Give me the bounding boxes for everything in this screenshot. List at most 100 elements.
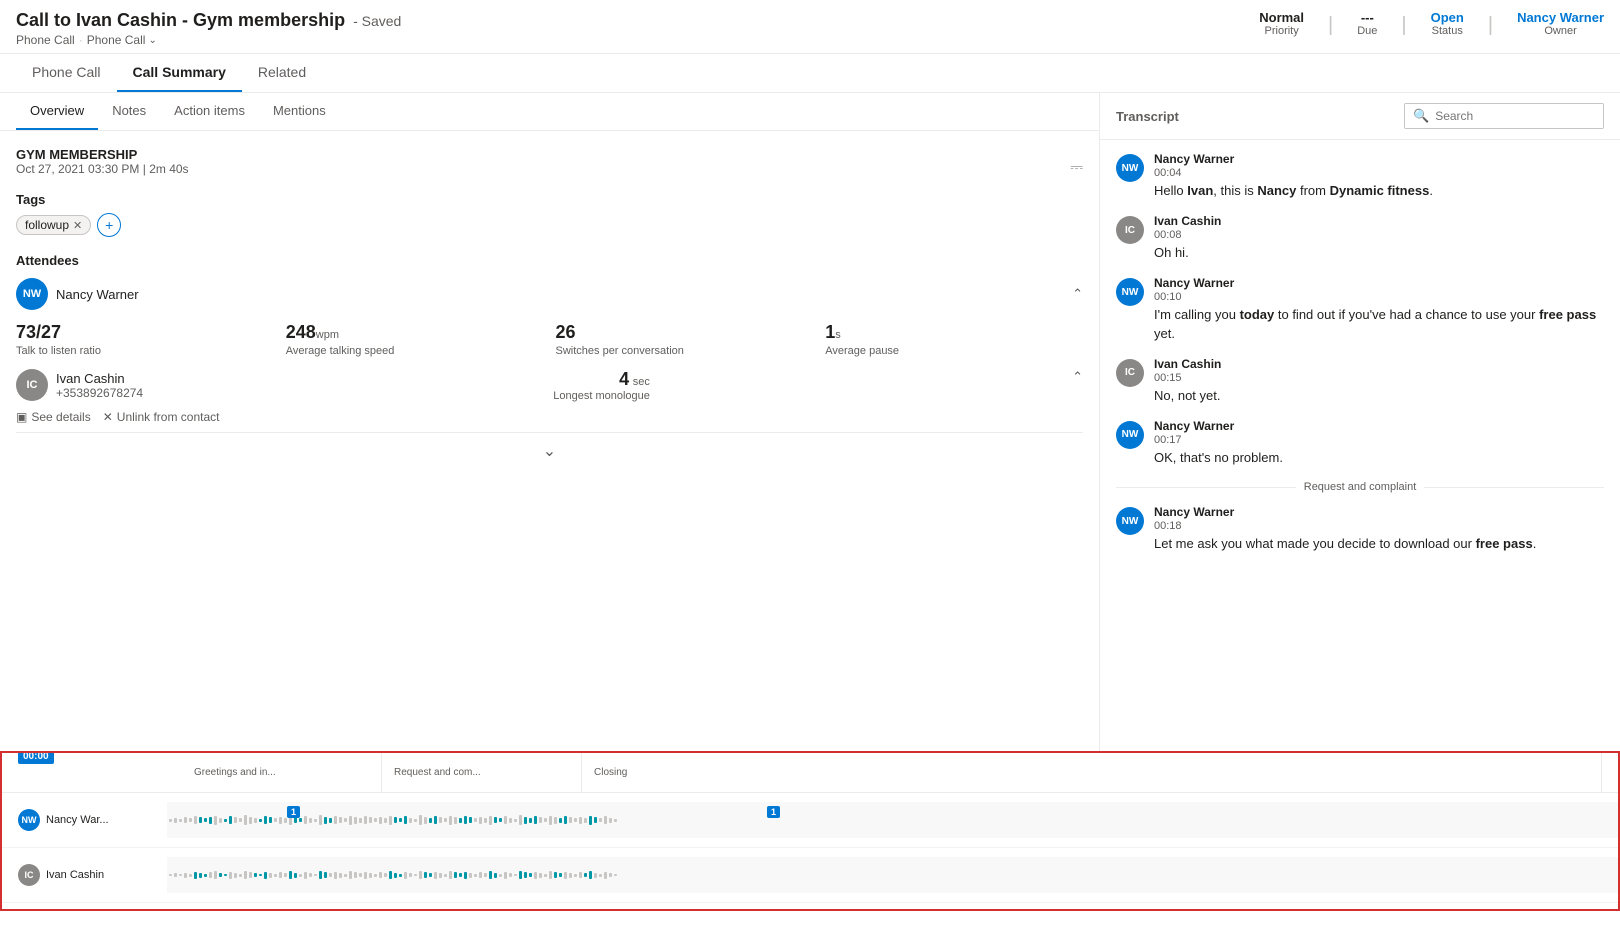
tab-call-summary[interactable]: Call Summary [117,54,242,92]
timeline-track[interactable] [167,857,1618,893]
attendees-section: Attendees NW Nancy Warner ⌃ 73/27 Talk t… [16,253,1083,424]
transcript-content: NWNancy Warner00:04Hello Ivan, this is N… [1100,140,1620,751]
phone-call-dropdown[interactable]: Phone Call ⌄ [87,33,157,47]
attendee-ivan-row: IC Ivan Cashin +353892678274 4 sec Longe… [16,369,1083,402]
transcript-time: 00:17 [1154,434,1604,446]
stats-grid: 73/27 Talk to listen ratio 248wpm Averag… [16,322,1083,357]
timeline-track[interactable]: 11 [167,802,1618,838]
due-label: Due [1357,25,1377,37]
transcript-text: Oh hi. [1154,244,1604,262]
header: Call to Ivan Cashin - Gym membership - S… [0,0,1620,54]
tag-remove-icon[interactable]: ✕ [73,219,82,232]
avatar: IC [1116,216,1144,244]
waveform [167,802,1618,838]
subtab-overview[interactable]: Overview [16,93,98,130]
tab-related[interactable]: Related [242,54,322,92]
timeline-section-closing: Closing [582,753,1602,792]
overview-content: GYM MEMBERSHIP Oct 27, 2021 03:30 PM | 2… [0,131,1099,485]
attendee-ivan-info: IC Ivan Cashin +353892678274 [16,369,143,401]
subtab-mentions[interactable]: Mentions [259,93,340,130]
stat-label-3: Average pause [825,345,1083,357]
transcript-text: No, not yet. [1154,387,1604,405]
longest-monologue-label: Longest monologue [553,390,650,402]
timeline-row-label-text: Ivan Cashin [46,869,104,881]
avatar: NW [1116,421,1144,449]
timeline-section-request: Request and com... [382,753,582,792]
gym-title: GYM MEMBERSHIP [16,147,189,162]
date-info: Oct 27, 2021 03:30 PM | 2m 40s [16,162,189,176]
transcript-time: 00:10 [1154,291,1604,303]
bottom-timeline: 00:00 Greetings and in... Request and co… [0,751,1620,911]
status-label: Status [1432,25,1463,37]
timeline-row: IC Ivan Cashin [2,848,1618,903]
attendees-label: Attendees [16,253,1083,268]
transcript-speaker: Nancy Warner [1154,276,1604,290]
avatar: NW [1116,507,1144,535]
nav-tabs: Phone Call Call Summary Related [0,54,1620,93]
timeline-badge: 1 [767,806,780,818]
expand-button[interactable]: ⌄ [16,432,1083,469]
transcript-header: Transcript 🔍 [1100,93,1620,140]
subtab-notes[interactable]: Notes [98,93,160,130]
attendee-actions: ▣ See details ✕ Unlink from contact [16,410,1083,424]
collapse-ivan-icon[interactable]: ⌃ [1072,369,1083,385]
see-details-icon: ▣ [16,410,27,424]
transcript-title: Transcript [1116,109,1179,124]
transcript-section-divider: Request and complaint [1116,481,1604,493]
section-header: GYM MEMBERSHIP Oct 27, 2021 03:30 PM | 2… [16,147,1083,188]
owner-label: Owner [1544,25,1576,37]
stat-talk-listen: 73/27 Talk to listen ratio [16,322,274,357]
avatar-ic: IC [16,369,48,401]
transcript-entry: ICIvan Cashin00:15No, not yet. [1116,357,1604,405]
page-title: Call to Ivan Cashin - Gym membership - S… [16,10,401,31]
left-panel: Overview Notes Action items Mentions GYM… [0,93,1100,751]
owner-meta: Nancy Warner Owner [1517,10,1604,37]
copy-icon[interactable]: ⎓ [1070,159,1083,177]
status-value: Open [1431,10,1464,25]
collapse-nancy-icon[interactable]: ⌃ [1072,286,1083,302]
attendee-nancy-info: NW Nancy Warner [16,278,139,310]
timeline-badge: 1 [287,806,300,818]
avatar: NW [1116,154,1144,182]
priority-label: Priority [1265,25,1299,37]
meta-divider-3: | [1488,14,1493,37]
unlink-icon: ✕ [103,410,113,424]
title-text: Call to Ivan Cashin - Gym membership [16,10,345,31]
timeline-avatar: IC [18,864,40,886]
due-meta: --- Due [1357,10,1377,37]
unlink-contact-button[interactable]: ✕ Unlink from contact [103,410,220,424]
transcript-speaker: Ivan Cashin [1154,357,1604,371]
meta-divider-1: | [1328,14,1333,37]
subtab-action-items[interactable]: Action items [160,93,259,130]
search-box[interactable]: 🔍 [1404,103,1604,129]
tag-add-button[interactable]: + [97,213,121,237]
attendee-ivan-phone: +353892678274 [56,386,143,400]
search-icon: 🔍 [1413,108,1429,124]
subtitle: Phone Call · Phone Call ⌄ [16,33,401,47]
stat-value-2: 26 [556,322,576,342]
attendee-nancy-name: Nancy Warner [56,287,139,302]
tag-followup: followup ✕ [16,215,91,235]
transcript-text: OK, that's no problem. [1154,449,1604,467]
attendee-nancy-row: NW Nancy Warner ⌃ [16,278,1083,310]
transcript-speaker: Nancy Warner [1154,505,1604,519]
avatar: IC [1116,359,1144,387]
tab-phone-call[interactable]: Phone Call [16,54,117,92]
priority-meta: Normal Priority [1259,10,1304,37]
avatar-nw: NW [16,278,48,310]
saved-indicator: - Saved [353,13,401,29]
timeline-timestamp: 00:00 [18,751,54,764]
transcript-time: 00:04 [1154,167,1604,179]
stat-label-1: Average talking speed [286,345,544,357]
stat-talking-speed: 248wpm Average talking speed [286,322,544,357]
header-left: Call to Ivan Cashin - Gym membership - S… [16,10,401,47]
tags-section: Tags followup ✕ + [16,192,1083,237]
search-input[interactable] [1435,109,1595,123]
tags-list: followup ✕ + [16,213,1083,237]
sub-tabs: Overview Notes Action items Mentions [0,93,1099,131]
stat-value-1: 248 [286,322,316,342]
transcript-text: I'm calling you today to find out if you… [1154,306,1604,342]
meta-divider-2: | [1401,14,1406,37]
see-details-button[interactable]: ▣ See details [16,410,91,424]
gym-membership-info: GYM MEMBERSHIP Oct 27, 2021 03:30 PM | 2… [16,147,189,188]
